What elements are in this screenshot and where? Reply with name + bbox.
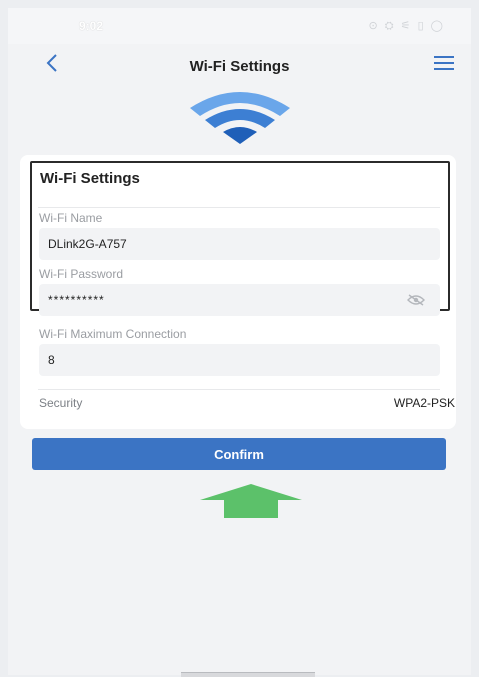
wifi-name-field[interactable]: DLink2G-A757 [39, 228, 440, 260]
max-connection-label: Wi-Fi Maximum Connection [39, 327, 187, 341]
divider [38, 207, 440, 208]
eye-off-icon[interactable] [407, 294, 425, 306]
home-indicator [181, 672, 315, 677]
nav-bar: Wi-Fi Settings [8, 44, 471, 88]
divider [38, 389, 440, 390]
up-arrow-icon [200, 484, 302, 518]
status-bar: 9:02 ⊙ ⛭ ⚟ ▯ ◯ [8, 8, 471, 44]
chevron-left-icon [46, 54, 57, 72]
wifi-password-field[interactable]: ********** [39, 284, 440, 316]
status-time: 9:02 [79, 19, 104, 33]
status-icons: ⊙ ⛭ ⚟ ▯ ◯ [368, 20, 445, 32]
wifi-password-label: Wi-Fi Password [39, 267, 124, 281]
security-label: Security [39, 396, 83, 410]
max-connection-value: 8 [48, 353, 55, 367]
security-value: WPA2-PSK [393, 396, 455, 410]
back-button[interactable] [40, 51, 64, 75]
wifi-password-value: ********** [48, 293, 105, 307]
wifi-hero [8, 88, 471, 160]
page-title: Wi-Fi Settings [189, 57, 290, 75]
wifi-name-label: Wi-Fi Name [39, 211, 103, 225]
confirm-button[interactable]: Confirm [32, 438, 446, 470]
section-title: Wi-Fi Settings [40, 170, 140, 187]
max-connection-field[interactable]: 8 [39, 344, 440, 376]
hamburger-menu-icon[interactable] [433, 53, 455, 73]
wifi-name-value: DLink2G-A757 [48, 237, 127, 251]
wifi-icon [189, 92, 290, 144]
